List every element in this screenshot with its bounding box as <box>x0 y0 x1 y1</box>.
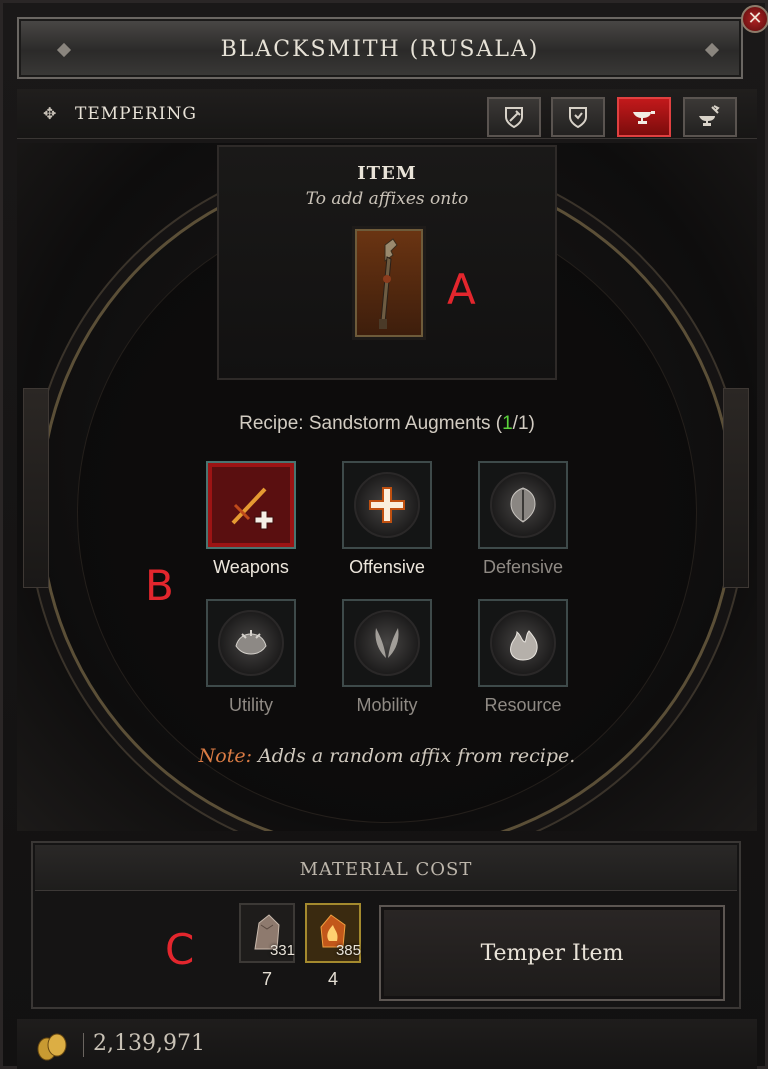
utility-icon <box>235 630 267 655</box>
affix-defensive-box <box>478 461 568 549</box>
annotation-b: B <box>145 561 174 610</box>
material-need: 4 <box>327 969 338 989</box>
note-text: Adds a random affix from recipe. <box>252 745 576 767</box>
anvil-icon <box>633 111 655 124</box>
tempering-panel: ITEM To add affixes onto A Recipe: Sands… <box>17 143 757 831</box>
material-cost-panel: MATERIAL COST C 331 7 385 4 Temper Item <box>31 841 741 1009</box>
material-need: 7 <box>261 969 272 989</box>
weapons-icon <box>231 487 274 530</box>
material-cost-title: MATERIAL COST <box>299 859 473 880</box>
affix-offensive-label: Offensive <box>349 557 425 577</box>
affix-defensive[interactable]: Defensive <box>448 461 598 578</box>
affix-utility-disc <box>218 610 284 676</box>
recipe-count: 1 <box>502 413 513 434</box>
defensive-shield-icon <box>510 487 536 523</box>
polearm-icon <box>379 238 398 329</box>
currency-bar: 2,139,971 <box>17 1019 757 1069</box>
shield-icon <box>569 107 587 129</box>
item-subtitle: To add affixes onto <box>305 189 469 209</box>
affix-resource[interactable]: Resource <box>448 599 598 716</box>
offensive-cross-icon <box>369 487 405 523</box>
recipe-line: Recipe: Sandstorm Augments (1/1) <box>17 413 757 435</box>
affix-weapons-label: Weapons <box>213 557 289 577</box>
masterwork-mode-button[interactable] <box>683 97 737 137</box>
temper-item-button[interactable]: Temper Item <box>379 905 725 1001</box>
affix-weapons-box <box>206 461 296 549</box>
affix-utility-box <box>206 599 296 687</box>
mobility-wings-icon <box>375 628 399 658</box>
affix-utility-label: Utility <box>229 695 273 715</box>
temper-mode-button[interactable] <box>617 97 671 137</box>
material-icon-box: 331 <box>239 903 295 963</box>
resource-flame-icon <box>510 630 538 661</box>
material-have: 385 <box>335 942 361 959</box>
currency-separator <box>83 1033 84 1057</box>
affix-mobility-disc <box>354 610 420 676</box>
annotation-c: C <box>165 925 195 974</box>
affix-mobility[interactable]: Mobility <box>312 599 462 716</box>
affix-resource-label: Resource <box>484 695 562 715</box>
material-item[interactable]: 385 4 <box>305 903 361 990</box>
affix-mobility-label: Mobility <box>356 695 418 715</box>
note-prefix: Note: <box>198 745 253 767</box>
affix-mobility-box <box>342 599 432 687</box>
window-header: BLACKSMITH (RUSALA) <box>17 17 743 79</box>
gold-coins-icon <box>37 1033 67 1061</box>
diamond-cross-icon: ✥ <box>43 104 57 123</box>
affix-utility[interactable]: Utility <box>176 599 326 716</box>
blacksmith-window: BLACKSMITH (RUSALA) ✕ ✥ TEMPERING ITEM T… <box>0 0 768 1069</box>
gold-amount: 2,139,971 <box>93 1031 205 1056</box>
affix-defensive-disc <box>490 472 556 538</box>
affix-defensive-label: Defensive <box>482 557 564 577</box>
material-icon-box: 385 <box>305 903 361 963</box>
note-line: Note: Adds a random affix from recipe. <box>17 745 757 767</box>
hammer-shield-icon <box>505 107 523 129</box>
affix-resource-disc <box>490 610 556 676</box>
affix-offensive-box <box>342 461 432 549</box>
item-slot[interactable] <box>355 229 423 337</box>
window-title: BLACKSMITH (RUSALA) <box>220 37 540 62</box>
salvage-mode-button[interactable] <box>487 97 541 137</box>
repair-mode-button[interactable] <box>551 97 605 137</box>
material-item[interactable]: 331 7 <box>239 903 295 990</box>
section-bar: ✥ TEMPERING <box>17 89 757 139</box>
tab-tempering[interactable]: TEMPERING <box>75 104 197 124</box>
close-icon[interactable]: ✕ <box>741 5 768 33</box>
affix-offensive-disc <box>354 472 420 538</box>
recipe-total: /1) <box>512 413 535 434</box>
affix-resource-box <box>478 599 568 687</box>
item-title: ITEM <box>357 163 417 184</box>
recipe-text: Recipe: Sandstorm Augments ( <box>239 413 503 434</box>
material-have: 331 <box>269 942 295 959</box>
material-cost-header: MATERIAL COST <box>35 845 737 891</box>
annotation-a: A <box>447 265 476 314</box>
affix-offensive[interactable]: Offensive <box>312 461 462 578</box>
affix-weapons[interactable]: Weapons <box>176 461 326 578</box>
anvil-hammer-icon <box>699 105 720 126</box>
